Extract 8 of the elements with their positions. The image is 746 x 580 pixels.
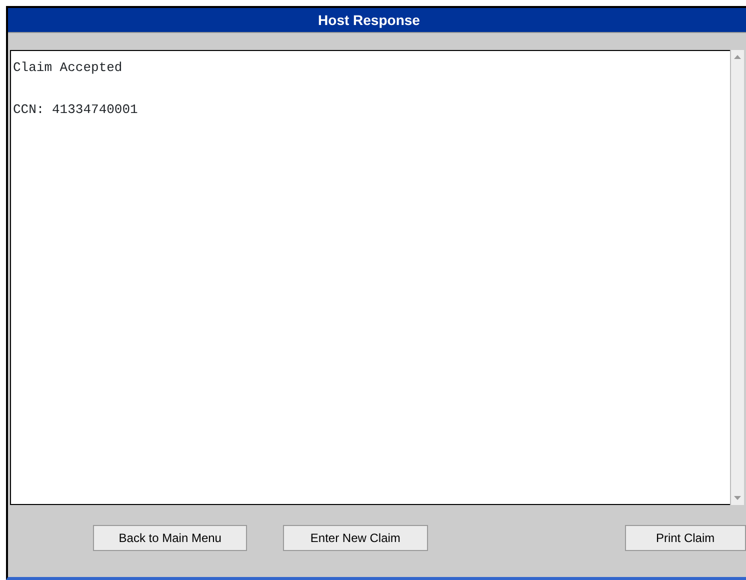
- response-line: Claim Accepted: [13, 59, 122, 77]
- response-text-area[interactable]: Claim Accepted CCN: 41334740001: [10, 50, 730, 505]
- response-line: CCN: 41334740001: [13, 101, 138, 119]
- scroll-bar[interactable]: [730, 50, 744, 505]
- window-title: Host Response: [8, 8, 746, 32]
- action-button[interactable]: Enter New Claim: [283, 525, 428, 551]
- action-button[interactable]: Back to Main Menu: [93, 525, 248, 551]
- action-button[interactable]: Print Claim: [624, 525, 746, 551]
